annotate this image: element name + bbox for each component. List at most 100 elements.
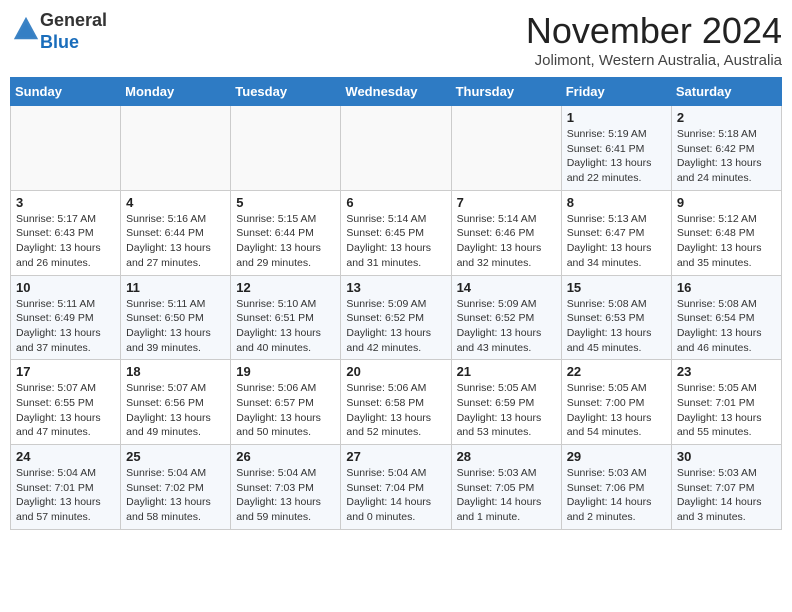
title-area: November 2024 Jolimont, Western Australi… bbox=[526, 10, 782, 69]
day-cell: 17 Sunrise: 5:07 AM Sunset: 6:55 PM Dayli… bbox=[11, 360, 121, 445]
calendar-body: 1 Sunrise: 5:19 AM Sunset: 6:41 PM Daylig… bbox=[11, 106, 782, 530]
day-info: Sunrise: 5:15 AM Sunset: 6:44 PM Dayligh… bbox=[236, 212, 335, 271]
day-info: Sunrise: 5:07 AM Sunset: 6:55 PM Dayligh… bbox=[16, 381, 115, 440]
day-number: 26 bbox=[236, 449, 335, 464]
day-cell: 1 Sunrise: 5:19 AM Sunset: 6:41 PM Daylig… bbox=[561, 106, 671, 191]
weekday-header-monday: Monday bbox=[121, 78, 231, 106]
day-info: Sunrise: 5:12 AM Sunset: 6:48 PM Dayligh… bbox=[677, 212, 776, 271]
day-cell bbox=[341, 106, 451, 191]
day-number: 7 bbox=[457, 195, 556, 210]
day-cell: 12 Sunrise: 5:10 AM Sunset: 6:51 PM Dayli… bbox=[231, 275, 341, 360]
day-cell: 20 Sunrise: 5:06 AM Sunset: 6:58 PM Dayli… bbox=[341, 360, 451, 445]
day-cell bbox=[11, 106, 121, 191]
header: General Blue November 2024 Jolimont, Wes… bbox=[10, 10, 782, 69]
day-number: 24 bbox=[16, 449, 115, 464]
day-number: 11 bbox=[126, 280, 225, 295]
weekday-header-saturday: Saturday bbox=[671, 78, 781, 106]
day-number: 16 bbox=[677, 280, 776, 295]
day-number: 12 bbox=[236, 280, 335, 295]
logo-icon bbox=[12, 15, 40, 43]
day-number: 3 bbox=[16, 195, 115, 210]
day-number: 8 bbox=[567, 195, 666, 210]
day-cell: 3 Sunrise: 5:17 AM Sunset: 6:43 PM Daylig… bbox=[11, 190, 121, 275]
calendar-table: SundayMondayTuesdayWednesdayThursdayFrid… bbox=[10, 77, 782, 530]
day-info: Sunrise: 5:04 AM Sunset: 7:03 PM Dayligh… bbox=[236, 466, 335, 525]
week-row-3: 10Sunrise: 5:11 AM Sunset: 6:49 PM Dayli… bbox=[11, 275, 782, 360]
day-info: Sunrise: 5:14 AM Sunset: 6:46 PM Dayligh… bbox=[457, 212, 556, 271]
day-cell bbox=[451, 106, 561, 191]
day-info: Sunrise: 5:03 AM Sunset: 7:06 PM Dayligh… bbox=[567, 466, 666, 525]
weekday-header-row: SundayMondayTuesdayWednesdayThursdayFrid… bbox=[11, 78, 782, 106]
weekday-header-thursday: Thursday bbox=[451, 78, 561, 106]
day-info: Sunrise: 5:03 AM Sunset: 7:05 PM Dayligh… bbox=[457, 466, 556, 525]
weekday-header-friday: Friday bbox=[561, 78, 671, 106]
location: Jolimont, Western Australia, Australia bbox=[526, 52, 782, 69]
day-number: 20 bbox=[346, 364, 445, 379]
day-cell: 24 Sunrise: 5:04 AM Sunset: 7:01 PM Dayli… bbox=[11, 445, 121, 530]
day-cell: 5 Sunrise: 5:15 AM Sunset: 6:44 PM Daylig… bbox=[231, 190, 341, 275]
day-number: 29 bbox=[567, 449, 666, 464]
day-cell: 6Sunrise: 5:14 AM Sunset: 6:45 PM Daylig… bbox=[341, 190, 451, 275]
day-number: 9 bbox=[677, 195, 776, 210]
day-number: 10 bbox=[16, 280, 115, 295]
day-info: Sunrise: 5:08 AM Sunset: 6:53 PM Dayligh… bbox=[567, 297, 666, 356]
week-row-2: 3 Sunrise: 5:17 AM Sunset: 6:43 PM Daylig… bbox=[11, 190, 782, 275]
day-number: 15 bbox=[567, 280, 666, 295]
week-row-5: 24 Sunrise: 5:04 AM Sunset: 7:01 PM Dayli… bbox=[11, 445, 782, 530]
day-info: Sunrise: 5:13 AM Sunset: 6:47 PM Dayligh… bbox=[567, 212, 666, 271]
month-title: November 2024 bbox=[526, 10, 782, 52]
day-info: Sunrise: 5:05 AM Sunset: 7:01 PM Dayligh… bbox=[677, 381, 776, 440]
day-number: 21 bbox=[457, 364, 556, 379]
logo-blue: Blue bbox=[40, 32, 79, 52]
day-number: 2 bbox=[677, 110, 776, 125]
day-cell: 11 Sunrise: 5:11 AM Sunset: 6:50 PM Dayli… bbox=[121, 275, 231, 360]
day-info: Sunrise: 5:19 AM Sunset: 6:41 PM Dayligh… bbox=[567, 127, 666, 186]
day-cell bbox=[121, 106, 231, 191]
day-cell: 15 Sunrise: 5:08 AM Sunset: 6:53 PM Dayli… bbox=[561, 275, 671, 360]
weekday-header-wednesday: Wednesday bbox=[341, 78, 451, 106]
day-cell: 10Sunrise: 5:11 AM Sunset: 6:49 PM Dayli… bbox=[11, 275, 121, 360]
day-cell: 13Sunrise: 5:09 AM Sunset: 6:52 PM Dayli… bbox=[341, 275, 451, 360]
day-info: Sunrise: 5:04 AM Sunset: 7:01 PM Dayligh… bbox=[16, 466, 115, 525]
day-info: Sunrise: 5:18 AM Sunset: 6:42 PM Dayligh… bbox=[677, 127, 776, 186]
day-cell: 28 Sunrise: 5:03 AM Sunset: 7:05 PM Dayli… bbox=[451, 445, 561, 530]
day-cell: 4Sunrise: 5:16 AM Sunset: 6:44 PM Daylig… bbox=[121, 190, 231, 275]
day-info: Sunrise: 5:04 AM Sunset: 7:02 PM Dayligh… bbox=[126, 466, 225, 525]
weekday-header-sunday: Sunday bbox=[11, 78, 121, 106]
day-number: 1 bbox=[567, 110, 666, 125]
day-info: Sunrise: 5:05 AM Sunset: 7:00 PM Dayligh… bbox=[567, 381, 666, 440]
day-number: 25 bbox=[126, 449, 225, 464]
day-number: 30 bbox=[677, 449, 776, 464]
day-info: Sunrise: 5:07 AM Sunset: 6:56 PM Dayligh… bbox=[126, 381, 225, 440]
day-number: 22 bbox=[567, 364, 666, 379]
day-info: Sunrise: 5:10 AM Sunset: 6:51 PM Dayligh… bbox=[236, 297, 335, 356]
day-info: Sunrise: 5:04 AM Sunset: 7:04 PM Dayligh… bbox=[346, 466, 445, 525]
day-cell: 16 Sunrise: 5:08 AM Sunset: 6:54 PM Dayli… bbox=[671, 275, 781, 360]
day-cell: 7 Sunrise: 5:14 AM Sunset: 6:46 PM Daylig… bbox=[451, 190, 561, 275]
day-cell: 23Sunrise: 5:05 AM Sunset: 7:01 PM Dayli… bbox=[671, 360, 781, 445]
day-number: 4 bbox=[126, 195, 225, 210]
day-number: 5 bbox=[236, 195, 335, 210]
day-number: 17 bbox=[16, 364, 115, 379]
day-info: Sunrise: 5:06 AM Sunset: 6:58 PM Dayligh… bbox=[346, 381, 445, 440]
day-number: 28 bbox=[457, 449, 556, 464]
week-row-4: 17 Sunrise: 5:07 AM Sunset: 6:55 PM Dayli… bbox=[11, 360, 782, 445]
day-cell: 25 Sunrise: 5:04 AM Sunset: 7:02 PM Dayli… bbox=[121, 445, 231, 530]
day-cell: 27 Sunrise: 5:04 AM Sunset: 7:04 PM Dayli… bbox=[341, 445, 451, 530]
day-info: Sunrise: 5:05 AM Sunset: 6:59 PM Dayligh… bbox=[457, 381, 556, 440]
day-cell: 18 Sunrise: 5:07 AM Sunset: 6:56 PM Dayli… bbox=[121, 360, 231, 445]
day-info: Sunrise: 5:11 AM Sunset: 6:50 PM Dayligh… bbox=[126, 297, 225, 356]
day-number: 18 bbox=[126, 364, 225, 379]
logo: General Blue bbox=[10, 10, 107, 53]
day-info: Sunrise: 5:08 AM Sunset: 6:54 PM Dayligh… bbox=[677, 297, 776, 356]
day-cell: 8 Sunrise: 5:13 AM Sunset: 6:47 PM Daylig… bbox=[561, 190, 671, 275]
day-cell: 29 Sunrise: 5:03 AM Sunset: 7:06 PM Dayli… bbox=[561, 445, 671, 530]
week-row-1: 1 Sunrise: 5:19 AM Sunset: 6:41 PM Daylig… bbox=[11, 106, 782, 191]
weekday-header-tuesday: Tuesday bbox=[231, 78, 341, 106]
day-cell: 26 Sunrise: 5:04 AM Sunset: 7:03 PM Dayli… bbox=[231, 445, 341, 530]
logo-general: General bbox=[40, 10, 107, 30]
day-info: Sunrise: 5:17 AM Sunset: 6:43 PM Dayligh… bbox=[16, 212, 115, 271]
day-info: Sunrise: 5:14 AM Sunset: 6:45 PM Dayligh… bbox=[346, 212, 445, 271]
day-number: 27 bbox=[346, 449, 445, 464]
day-info: Sunrise: 5:06 AM Sunset: 6:57 PM Dayligh… bbox=[236, 381, 335, 440]
